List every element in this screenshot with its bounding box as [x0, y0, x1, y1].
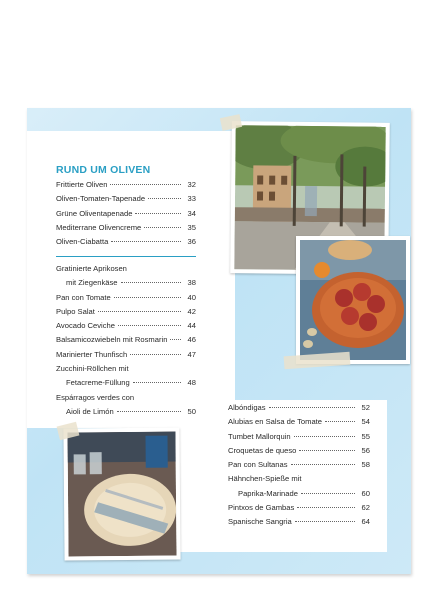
- toc-entry-page: 52: [361, 403, 370, 412]
- leader-dots: [148, 198, 181, 200]
- toc-entry[interactable]: mit Ziegenkäse 38: [56, 278, 196, 292]
- toc-entry-page: 33: [187, 194, 196, 204]
- leader-dots: [113, 296, 181, 298]
- leader-dots: [299, 449, 355, 451]
- toc-entry[interactable]: Avocado Ceviche 44: [56, 321, 196, 335]
- toc-entry-page: 38: [187, 278, 196, 288]
- toc-entry[interactable]: Hähnchen-Spieße mit: [228, 474, 370, 488]
- toc-list-tapas-2: Albóndigas 52 Alubias en Salsa de Tomate 5…: [228, 403, 370, 532]
- toc-entry-title: Frittierte Oliven: [56, 180, 108, 189]
- toc-list-tapas-1: Gratinierte Aprikosen mit Ziegenkäse 38 P…: [56, 264, 196, 421]
- toc-entry-title: Pulpo Salat: [56, 306, 95, 316]
- toc-entry-page: 42: [187, 306, 196, 316]
- leader-dots: [294, 521, 355, 523]
- toc-entry[interactable]: Pan con Sultanas 58: [228, 460, 370, 474]
- toc-entry[interactable]: Alubias en Salsa de Tomate 54: [228, 417, 370, 431]
- toc-entry[interactable]: Pan con Tomate 40: [56, 293, 196, 307]
- leader-dots: [132, 382, 181, 384]
- toc-entry-page: 62: [361, 503, 370, 513]
- toc-entry-page: 34: [187, 208, 196, 218]
- tapas-dish-photo: [296, 236, 410, 364]
- toc-entry[interactable]: Fetacreme-Füllung 48: [56, 378, 196, 392]
- toc-entry-title: Paprika-Marinade: [238, 488, 298, 498]
- toc-entry[interactable]: Tumbet Mallorquin 55: [228, 432, 370, 446]
- toc-entry[interactable]: Croquetas de queso 56: [228, 446, 370, 460]
- leader-dots: [268, 407, 355, 408]
- leader-dots: [120, 282, 181, 284]
- table-setting-photo: [63, 427, 181, 561]
- toc-entry[interactable]: Frittierte Oliven 32: [56, 180, 196, 194]
- toc-entry[interactable]: Oliven-Tomaten-Tapenade 33: [56, 194, 196, 208]
- leader-dots: [135, 212, 181, 214]
- leader-dots: [293, 435, 355, 437]
- toc-entry-page: 56: [361, 445, 370, 455]
- toc-entry-title: Balsamicozwiebeln mit Rosmarin: [56, 335, 168, 345]
- leader-dots: [170, 339, 181, 341]
- toc-entry-page: 60: [361, 488, 370, 498]
- toc-entry-page: 48: [187, 378, 196, 388]
- toc-entry-page: 46: [187, 335, 196, 345]
- toc-entry[interactable]: Grüne Oliventapenade 34: [56, 209, 196, 223]
- toc-entry-title: Grüne Oliventapenade: [56, 208, 133, 218]
- toc-entry-title: Espárragos verdes con: [56, 392, 135, 402]
- leader-dots: [290, 464, 355, 466]
- toc-entry-title: Oliven-Ciabatta: [56, 237, 109, 247]
- toc-entry-page: 64: [361, 517, 370, 527]
- toc-entry-page: 50: [187, 406, 196, 416]
- section-divider: [56, 256, 196, 257]
- toc-entry-page: 32: [187, 180, 196, 189]
- section-title: RUND UM OLIVEN: [56, 164, 151, 176]
- toc-entry-page: 44: [187, 321, 196, 331]
- toc-entry-title: Alubias en Salsa de Tomate: [228, 417, 322, 427]
- toc-entry-title: Pan con Tomate: [56, 292, 111, 302]
- toc-entry-title: Avocado Ceviche: [56, 321, 115, 331]
- toc-entry[interactable]: Albóndigas 52: [228, 403, 370, 417]
- toc-entry-title: Marinierter Thunfisch: [56, 349, 128, 359]
- toc-entry-page: 36: [187, 237, 196, 247]
- toc-entry[interactable]: Zucchini-Röllchen mit: [56, 364, 196, 378]
- toc-entry-title: Pan con Sultanas: [228, 460, 288, 470]
- toc-entry-title: mit Ziegenkäse: [66, 278, 118, 288]
- toc-list-olives: Frittierte Oliven 32 Oliven-Tomaten-Tapen…: [56, 180, 196, 251]
- toc-entry-title: Fetacreme-Füllung: [66, 378, 130, 388]
- toc-entry-page: 40: [187, 292, 196, 302]
- toc-entry-page: 47: [187, 349, 196, 359]
- toc-entry-title: Zucchini-Röllchen mit: [56, 364, 129, 374]
- toc-entry-title: Tumbet Mallorquin: [228, 431, 291, 441]
- toc-entry-title: Aioli de Limón: [66, 406, 114, 416]
- leader-dots: [300, 492, 355, 494]
- leader-dots: [297, 507, 355, 509]
- toc-entry[interactable]: Mediterrane Olivencreme 35: [56, 223, 196, 237]
- toc-entry-page: 55: [361, 431, 370, 441]
- leader-dots: [117, 325, 181, 327]
- toc-entry[interactable]: Pulpo Salat 42: [56, 307, 196, 321]
- toc-entry-title: Pintxos de Gambas: [228, 503, 295, 513]
- toc-entry[interactable]: Aioli de Limón 50: [56, 407, 196, 421]
- leader-dots: [144, 226, 181, 228]
- toc-entry[interactable]: Gratinierte Aprikosen: [56, 264, 196, 278]
- toc-entry-title: Spanische Sangria: [228, 517, 292, 527]
- toc-entry[interactable]: Pintxos de Gambas 62: [228, 503, 370, 517]
- toc-entry[interactable]: Paprika-Marinade 60: [228, 489, 370, 503]
- toc-entry-title: Gratinierte Aprikosen: [56, 264, 127, 273]
- toc-entry[interactable]: Balsamicozwiebeln mit Rosmarin 46: [56, 335, 196, 349]
- leader-dots: [325, 421, 355, 423]
- toc-entry[interactable]: Oliven-Ciabatta 36: [56, 237, 196, 251]
- toc-entry[interactable]: Spanische Sangria 64: [228, 517, 370, 531]
- toc-entry[interactable]: Marinierter Thunfisch 47: [56, 350, 196, 364]
- leader-dots: [111, 241, 181, 243]
- leader-dots: [110, 184, 181, 185]
- toc-entry-page: 54: [361, 417, 370, 427]
- leader-dots: [130, 353, 181, 355]
- toc-entry-title: Oliven-Tomaten-Tapenade: [56, 194, 146, 204]
- toc-entry-title: Albóndigas: [228, 403, 266, 412]
- toc-entry-title: Croquetas de queso: [228, 445, 297, 455]
- toc-entry-title: Hähnchen-Spieße mit: [228, 474, 302, 484]
- toc-entry[interactable]: Espárragos verdes con: [56, 393, 196, 407]
- toc-entry-title: Mediterrane Olivencreme: [56, 222, 142, 232]
- toc-entry-page: 58: [361, 460, 370, 470]
- toc-entry-page: 35: [187, 222, 196, 232]
- leader-dots: [97, 310, 181, 312]
- leader-dots: [116, 410, 181, 412]
